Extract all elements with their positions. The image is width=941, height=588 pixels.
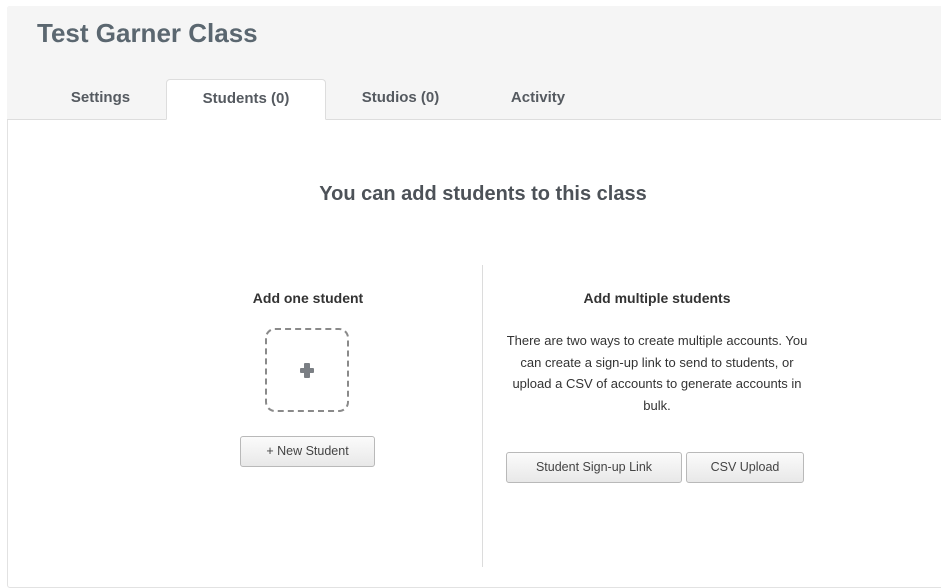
page-heading: You can add students to this class bbox=[319, 183, 647, 205]
student-signup-link-button[interactable]: Student Sign-up Link bbox=[506, 452, 682, 483]
class-title: Test Garner Class bbox=[37, 18, 258, 48]
tab-activity[interactable]: Activity bbox=[478, 79, 598, 119]
tab-studios[interactable]: Studios (0) bbox=[338, 79, 463, 119]
tab-students[interactable]: Students (0) bbox=[166, 79, 326, 120]
add-one-student-title: Add one student bbox=[252, 290, 364, 306]
add-student-dropzone[interactable] bbox=[265, 328, 349, 412]
column-divider bbox=[482, 265, 483, 567]
csv-upload-button[interactable]: CSV Upload bbox=[686, 452, 804, 483]
new-student-button[interactable]: + New Student bbox=[240, 436, 375, 467]
add-multiple-description: There are two ways to create multiple ac… bbox=[506, 333, 808, 413]
tab-settings[interactable]: Settings bbox=[38, 79, 163, 119]
add-multiple-students-title: Add multiple students bbox=[583, 290, 731, 306]
